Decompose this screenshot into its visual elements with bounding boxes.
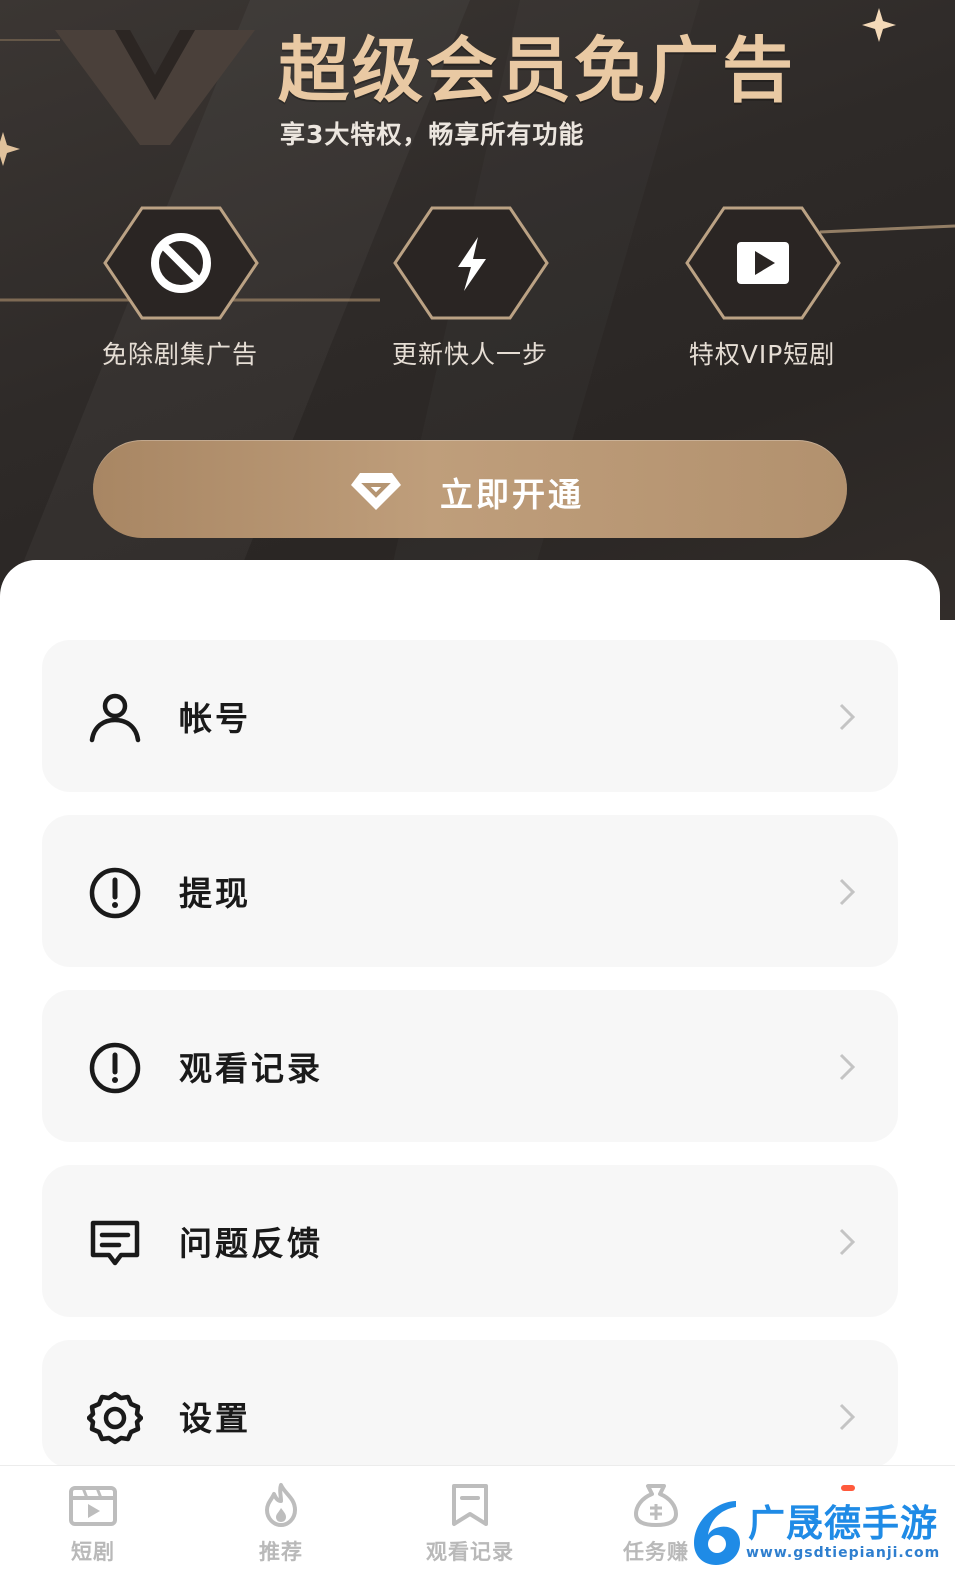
gear-icon: [87, 1391, 143, 1445]
feature-vip-drama: 特权VIP短剧: [637, 205, 887, 385]
nav-label: 推荐: [259, 1540, 303, 1564]
user-icon: [89, 693, 141, 743]
feature-no-ads: 免除剧集广告: [55, 205, 305, 385]
money-bag-icon: [634, 1484, 678, 1527]
chevron-right-icon: [839, 1053, 856, 1081]
watermark-url: www.gsdtiepianji.com: [746, 1545, 941, 1561]
feature-fast-update: 更新快人一步: [345, 205, 595, 385]
flame-icon: [265, 1483, 297, 1527]
lightning-icon: [393, 206, 549, 320]
diamond-icon: [351, 473, 401, 510]
nav-tab-short-drama[interactable]: 短剧: [33, 1482, 153, 1582]
vip-title: 超级会员免广告: [278, 29, 797, 112]
exclamation-circle-icon: [89, 1042, 141, 1094]
menu-label: 提现: [179, 874, 251, 913]
vip-subtitle: 享3大特权，畅享所有功能: [280, 120, 585, 149]
message-icon: [90, 1220, 140, 1266]
menu-label: 问题反馈: [179, 1224, 323, 1263]
feature-label: 更新快人一步: [391, 340, 548, 369]
play-icon: [685, 206, 841, 320]
sparkle-icon: [0, 132, 20, 166]
chevron-right-icon: [839, 1403, 856, 1431]
bookmark-icon: [452, 1484, 488, 1526]
nav-tab-recommend[interactable]: 推荐: [221, 1482, 341, 1582]
vip-logo: [55, 30, 255, 145]
feature-label: 特权VIP短剧: [688, 340, 836, 369]
chevron-right-icon: [839, 1228, 856, 1256]
nav-label: 观看记录: [426, 1540, 514, 1564]
sparkle-icon: [862, 8, 896, 42]
menu-label: 帐号: [179, 699, 251, 738]
no-ads-icon: [103, 206, 259, 320]
exclamation-circle-icon: [89, 867, 141, 919]
clapperboard-icon: [69, 1486, 117, 1526]
watermark-logo-icon: [694, 1501, 740, 1565]
chevron-right-icon: [839, 703, 856, 731]
menu-item-settings[interactable]: 设置: [42, 1340, 898, 1468]
nav-tab-watch-history[interactable]: 观看记录: [410, 1482, 530, 1582]
watermark-title: 广晟德手游: [748, 1502, 938, 1545]
menu-item-account[interactable]: 帐号: [42, 640, 898, 792]
menu-label: 设置: [179, 1399, 251, 1438]
vip-banner: 超级会员免广告 享3大特权，畅享所有功能 免除剧集广告 更新快人一步 特权VIP…: [0, 0, 955, 620]
menu-label: 观看记录: [179, 1049, 323, 1088]
menu-item-withdraw[interactable]: 提现: [42, 815, 898, 967]
watermark: 广晟德手游 www.gsdtiepianji.com: [688, 1493, 950, 1585]
feature-label: 免除剧集广告: [101, 340, 258, 369]
open-vip-label[interactable]: 立即开通: [440, 468, 584, 516]
chevron-right-icon: [839, 878, 856, 906]
notification-dot: [841, 1485, 855, 1491]
menu-item-watch-history[interactable]: 观看记录: [42, 990, 898, 1142]
menu-item-feedback[interactable]: 问题反馈: [42, 1165, 898, 1317]
nav-label: 短剧: [71, 1540, 115, 1564]
